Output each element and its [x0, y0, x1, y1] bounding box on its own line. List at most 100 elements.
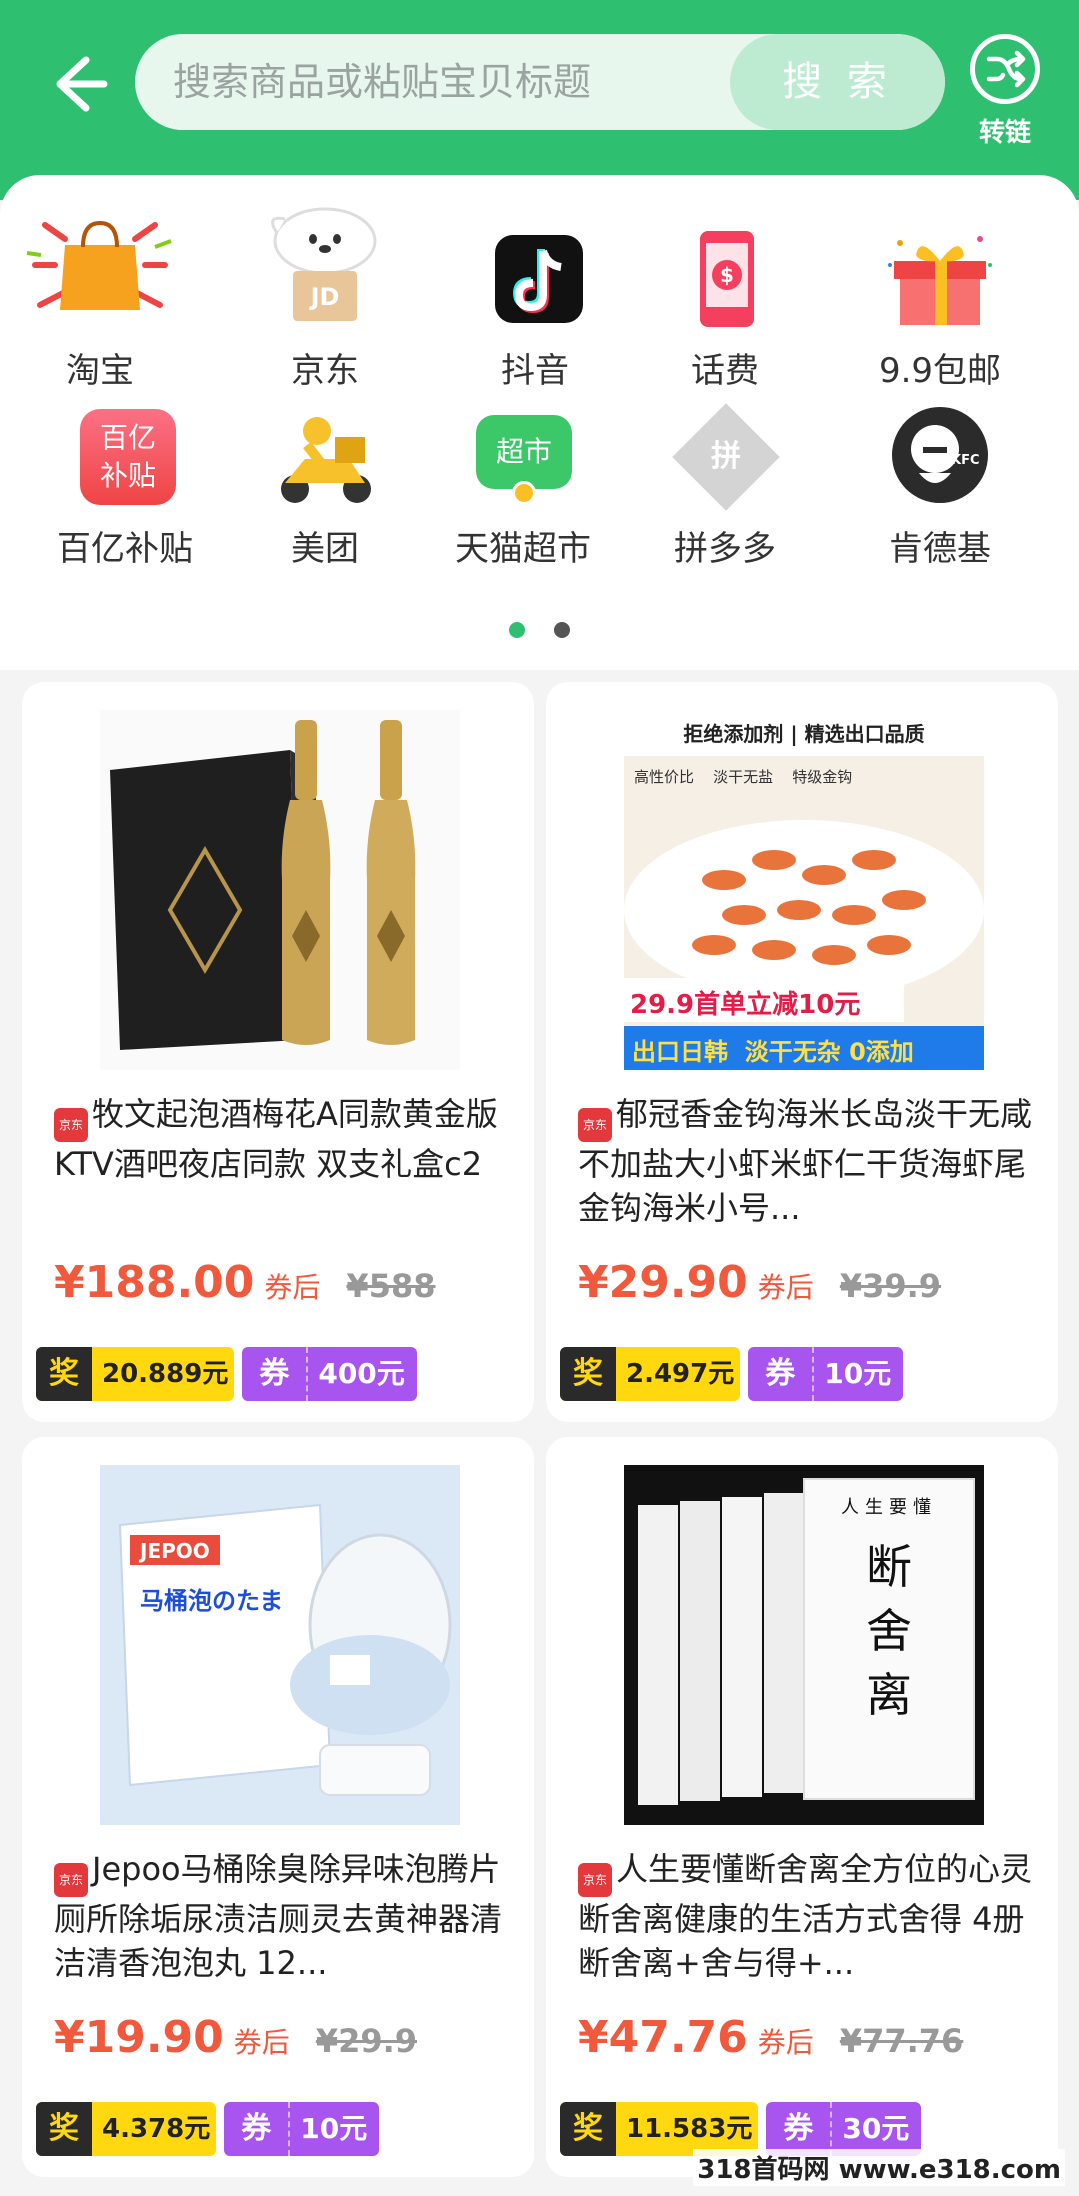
product-card[interactable]: 拒绝添加剂 | 精选出口品质 高性价比 淡干无盐 特级金钩 29.9首单立减10…: [546, 682, 1058, 1422]
category-phone-bill[interactable]: $ 话费: [625, 225, 825, 392]
category-douyin[interactable]: 抖音: [435, 225, 635, 392]
jd-source-icon: 京东: [54, 1108, 88, 1142]
price-row: ¥29.90 券后 ¥39.9: [578, 1257, 941, 1308]
kfc-icon: KFC: [885, 403, 995, 513]
coupon-value: 10元: [824, 1357, 892, 1390]
gift-icon: [885, 225, 995, 335]
reward-badge: 奖 2.497元: [560, 1347, 741, 1401]
image-feature: 高性价比: [634, 768, 695, 786]
coupon-badge[interactable]: 券 30元: [766, 2102, 922, 2156]
page-indicator: [0, 622, 1079, 642]
jd-source-icon: 京东: [578, 1863, 612, 1897]
tags-row: 奖 2.497元券 10元: [560, 1347, 904, 1401]
reward-value: 20.889元: [102, 1359, 229, 1389]
tags-row: 奖 11.583元券 30元: [560, 2102, 922, 2156]
product-card[interactable]: 京东 牧文起泡酒梅花A同款黄金版KTV酒吧夜店同款 双支礼盒c2 ¥188.00 券…: [22, 682, 534, 1422]
meituan-icon: [270, 403, 380, 513]
svg-text:$: $: [720, 263, 734, 287]
category-label: 9.9包邮: [878, 351, 1002, 391]
product-image: JEPOO 马桶泡のたま: [100, 1465, 460, 1825]
product-title-text: Jepoo马桶除臭除异味泡腾片厕所除垢尿渍洁厕灵去黄神器清洁清香泡泡丸 12..…: [54, 1850, 503, 1979]
svg-text:JD: JD: [309, 283, 340, 311]
image-features: 高性价比 淡干无盐 特级金钩: [634, 766, 984, 787]
coupon-badge[interactable]: 券 10元: [748, 1347, 904, 1401]
pinduoduo-icon: 拼: [670, 403, 780, 513]
product-title[interactable]: 京东 牧文起泡酒梅花A同款黄金版KTV酒吧夜店同款 双支礼盒c2: [54, 1092, 514, 1186]
jd-source-icon: 京东: [578, 1108, 612, 1142]
image-promo-text: 29.9首单立减10元: [630, 990, 861, 1020]
page-dot[interactable]: [554, 622, 571, 638]
reward-value: 2.497元: [626, 1359, 735, 1389]
category-tmall-market[interactable]: 超市 天猫超市: [423, 403, 623, 570]
category-label: 话费: [691, 351, 759, 391]
category-label: 抖音: [501, 351, 569, 391]
original-price: ¥77.76: [839, 2022, 964, 2060]
product-title-text: 人生要懂断舍离全方位的心灵断舍离健康的生活方式舍得 4册断舍离+舍与得+...: [578, 1850, 1033, 1979]
original-price: ¥588: [346, 1267, 436, 1305]
product-image: [100, 710, 460, 1070]
product-card[interactable]: 人生要懂 断舍离 京东 人生要懂断舍离全方位的心灵断舍离健康的生活方式舍得 4册断…: [546, 1437, 1058, 2177]
coupon-badge[interactable]: 券 10元: [224, 2102, 380, 2156]
category-label: 京东: [291, 351, 359, 391]
category-meituan[interactable]: 美团: [225, 403, 425, 570]
price-row: ¥188.00 券后 ¥588: [54, 1257, 435, 1308]
coupon-key: 券: [224, 2102, 291, 2156]
image-brand-text: JEPOO: [140, 1539, 210, 1563]
jd-icon: JD: [270, 207, 380, 335]
category-subsidy[interactable]: 百亿 补贴 百亿补贴: [25, 403, 225, 570]
shuffle-icon: [970, 34, 1040, 104]
search-button[interactable]: 搜 索: [730, 34, 945, 130]
image-bottom-text: 出口日韩 淡干无杂 0添加: [632, 1038, 914, 1066]
image-banner-text: 拒绝添加剂 | 精选出口品质: [683, 722, 925, 746]
jd-source-icon: 京东: [54, 1863, 88, 1897]
category-jd[interactable]: JD 京东: [225, 207, 425, 392]
reward-key: 奖: [36, 1347, 92, 1401]
category-label: 拼多多: [674, 529, 776, 569]
after-coupon-label: 券后: [233, 2026, 290, 2059]
subsidy-icon: 百亿 补贴: [70, 403, 180, 513]
image-feature: 特级金钩: [792, 768, 853, 786]
convert-label: 转链: [978, 118, 1031, 148]
product-card[interactable]: JEPOO 马桶泡のたま 京东 Jepoo马桶除臭除异味泡腾片厕所除垢尿渍洁厕灵去…: [22, 1437, 534, 2177]
coupon-price: ¥19.90: [54, 2012, 224, 2063]
category-taobao[interactable]: 淘宝: [0, 220, 200, 392]
back-arrow-icon[interactable]: [46, 52, 110, 116]
reward-badge: 奖 4.378元: [36, 2102, 217, 2156]
category-label: 美团: [291, 529, 359, 569]
original-price: ¥29.9: [315, 2022, 418, 2060]
reward-key: 奖: [560, 1347, 616, 1401]
search-input[interactable]: 搜索商品或粘贴宝贝标题 搜 索: [135, 34, 945, 130]
category-label: 百亿补贴: [57, 529, 193, 569]
image-feature: 淡干无盐: [713, 768, 774, 786]
reward-badge: 奖 20.889元: [36, 1347, 235, 1401]
douyin-icon: [480, 225, 590, 335]
coupon-badge[interactable]: 券 400元: [242, 1347, 417, 1401]
category-label: 天猫超市: [455, 529, 591, 569]
reward-badge: 奖 11.583元: [560, 2102, 759, 2156]
top-bar: 搜索商品或粘贴宝贝标题 搜 索 转链: [0, 0, 1079, 200]
coupon-value: 30元: [842, 2112, 910, 2145]
convert-link-button[interactable]: 转链: [965, 34, 1045, 148]
page-dot-active[interactable]: [508, 622, 525, 638]
search-placeholder: 搜索商品或粘贴宝贝标题: [173, 60, 592, 104]
image-book-title: 断舍离: [866, 1540, 912, 1722]
product-title[interactable]: 京东 郁冠香金钩海米长岛淡干无咸不加盐大小虾米虾仁干货海虾尾 金钩海米小号...: [578, 1092, 1038, 1224]
category-pinduoduo[interactable]: 拼 拼多多: [625, 403, 825, 570]
product-title[interactable]: 京东 Jepoo马桶除臭除异味泡腾片厕所除垢尿渍洁厕灵去黄神器清洁清香泡泡丸 12…: [54, 1847, 514, 1979]
phone-bill-icon: $: [670, 225, 780, 335]
after-coupon-label: 券后: [264, 1271, 321, 1304]
category-9-9[interactable]: 9.9包邮: [840, 225, 1040, 392]
price-row: ¥19.90 券后 ¥29.9: [54, 2012, 417, 2063]
coupon-key: 券: [766, 2102, 833, 2156]
product-image: 拒绝添加剂 | 精选出口品质 高性价比 淡干无盐 特级金钩 29.9首单立减10…: [624, 710, 984, 1070]
tmall-market-icon-text: 超市: [476, 415, 572, 489]
product-title-text: 郁冠香金钩海米长岛淡干无咸不加盐大小虾米虾仁干货海虾尾 金钩海米小号...: [578, 1095, 1033, 1224]
image-product-name: 马桶泡のたま: [140, 1587, 284, 1615]
product-title[interactable]: 京东 人生要懂断舍离全方位的心灵断舍离健康的生活方式舍得 4册断舍离+舍与得+..…: [578, 1847, 1038, 1979]
reward-value: 4.378元: [102, 2114, 211, 2144]
category-panel: 淘宝 JD 京东 抖音 $ 话费 9.9包邮 百亿 补贴 百亿补贴 美团 超市 …: [0, 175, 1079, 670]
product-image: 人生要懂 断舍离: [624, 1465, 984, 1825]
product-title-text: 牧文起泡酒梅花A同款黄金版KTV酒吧夜店同款 双支礼盒c2: [54, 1095, 498, 1183]
category-kfc[interactable]: KFC 肯德基: [840, 403, 1040, 570]
coupon-key: 券: [748, 1347, 815, 1401]
